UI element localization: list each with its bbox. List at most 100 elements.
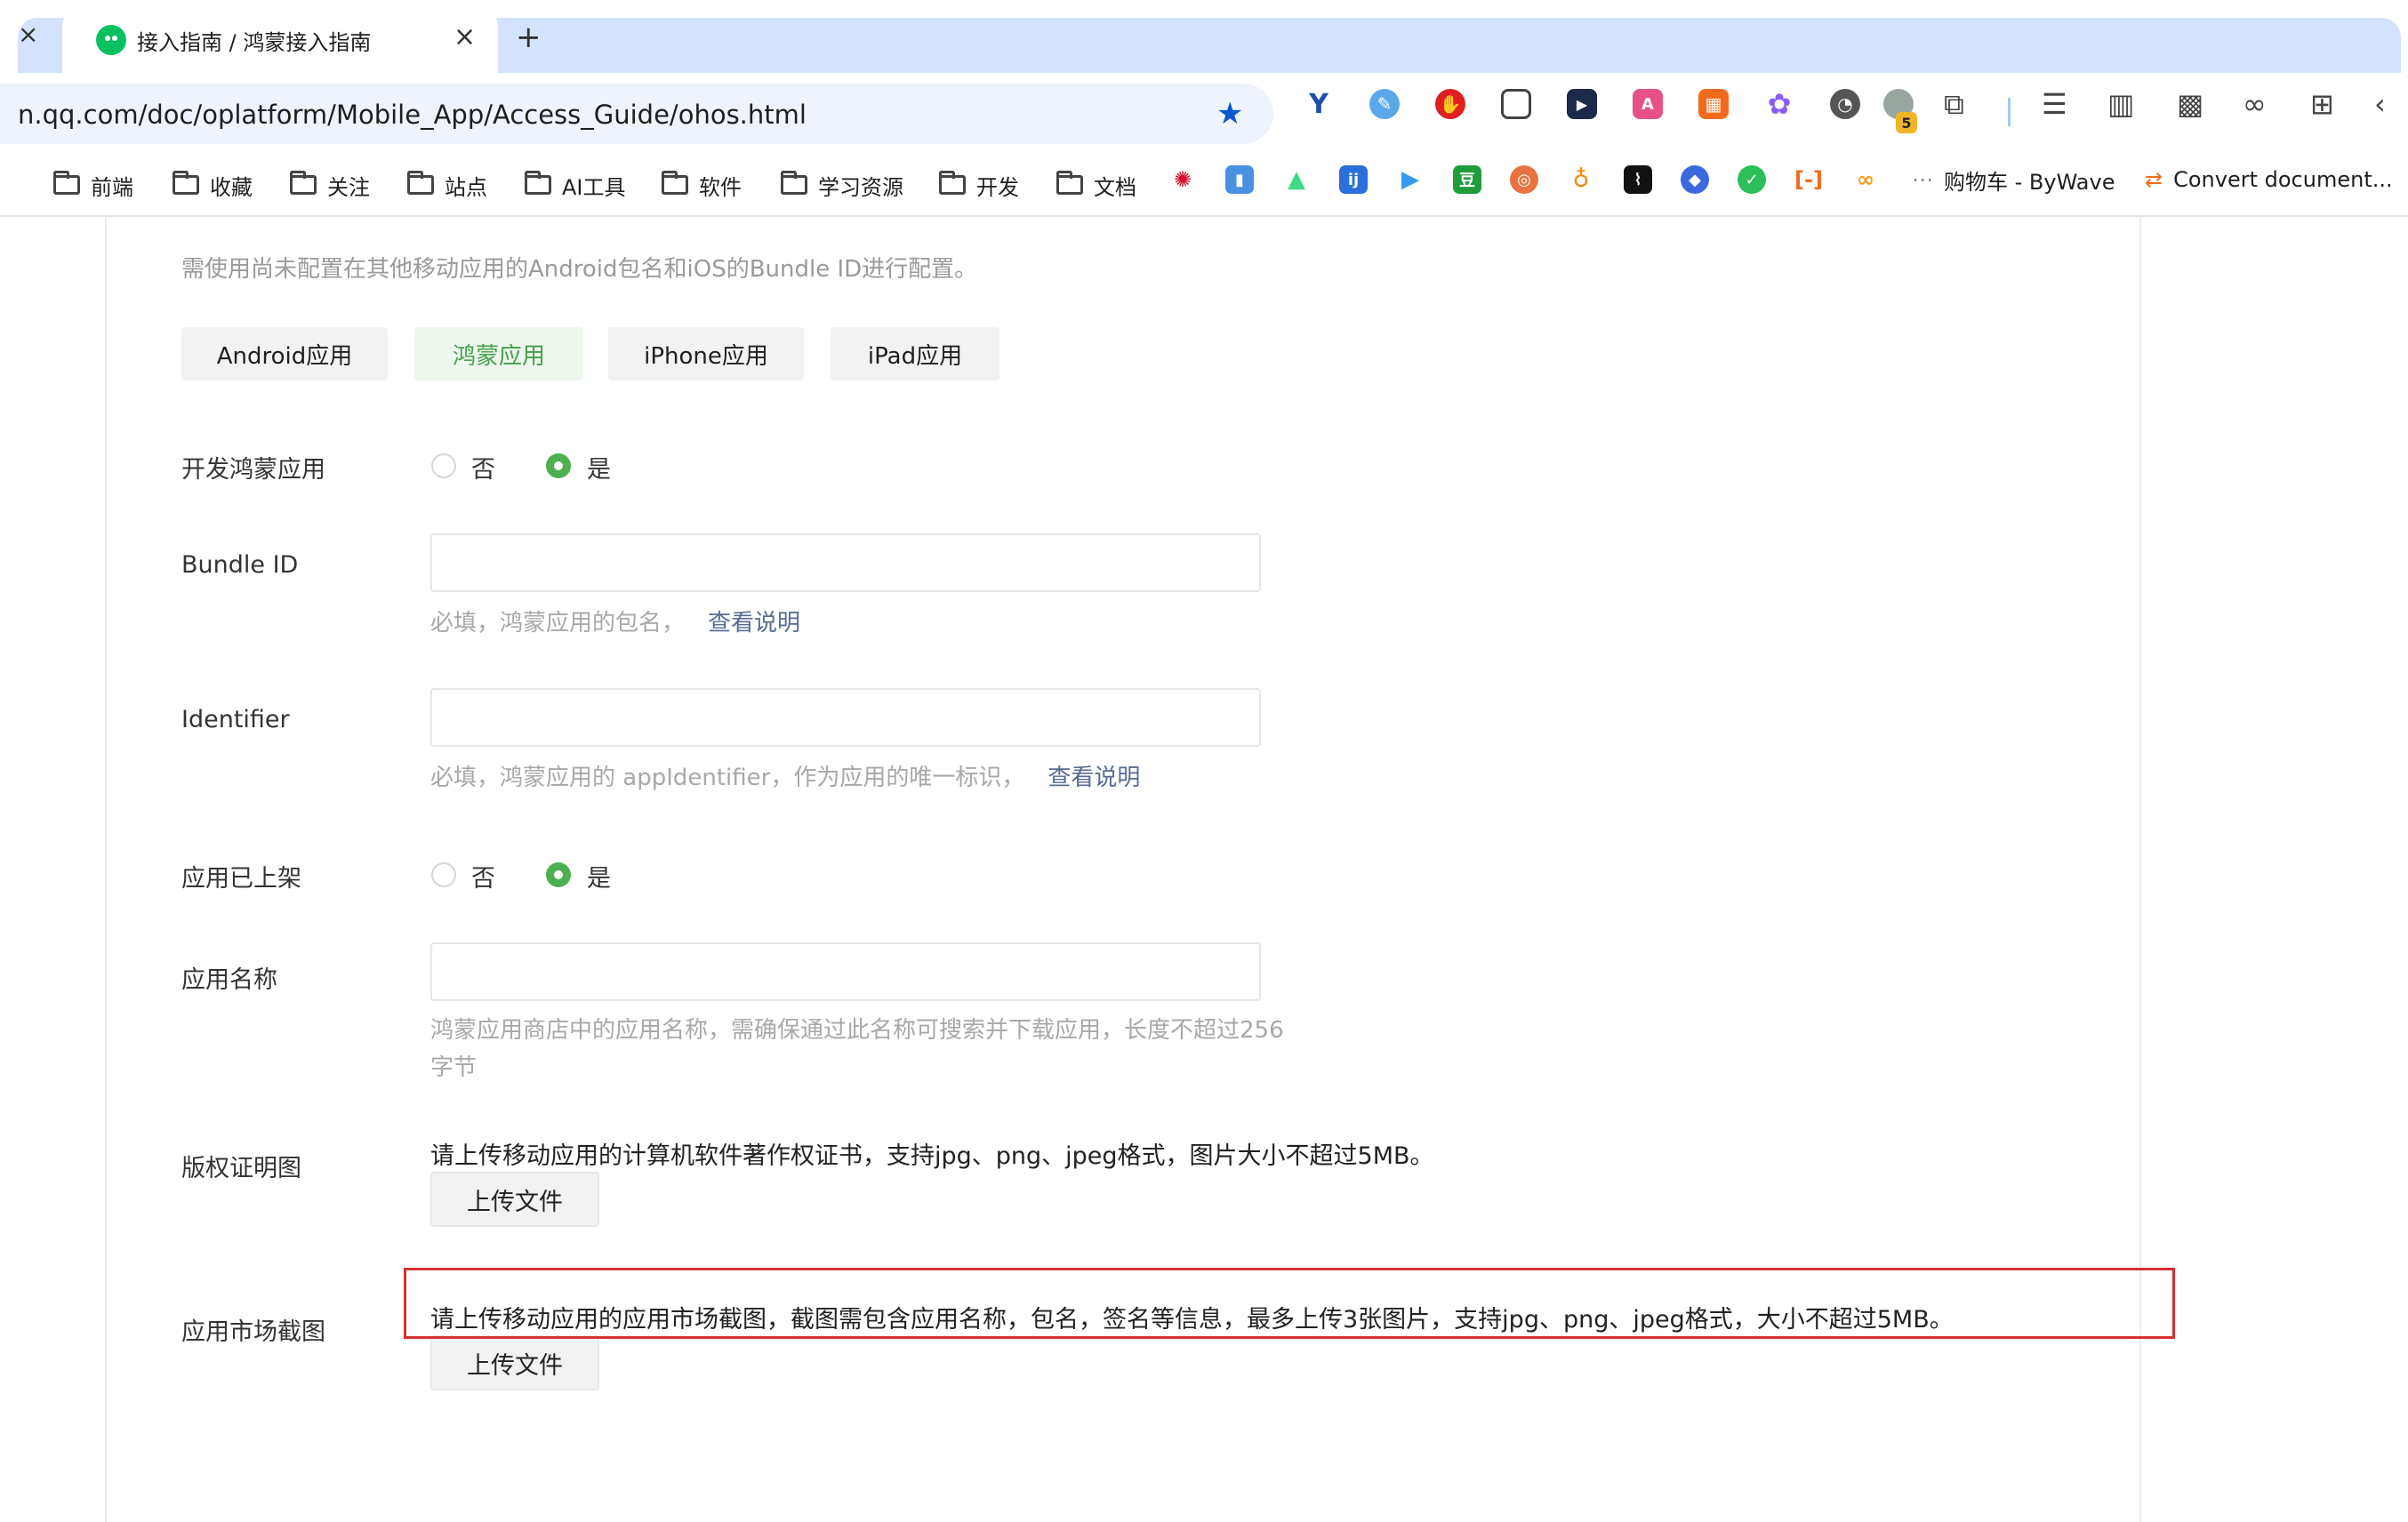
listed-no-radio[interactable] — [431, 862, 456, 887]
bookmark-label: 软件 — [699, 174, 742, 200]
bookmark-folder[interactable]: 站点 — [407, 165, 487, 204]
bookmark-label: 前端 — [91, 174, 133, 200]
folder-icon — [662, 171, 688, 195]
douban-icon[interactable]: 豆 — [1453, 165, 1481, 194]
new-tab-button[interactable]: + — [516, 20, 542, 55]
identifier-input[interactable] — [430, 688, 1261, 747]
app-name-help-line1: 鸿蒙应用商店中的应用名称，需确保通过此名称可搜索并下载应用，长度不超过256 — [430, 1017, 1284, 1044]
bookmark-site-icon[interactable]: ◆ — [1681, 165, 1709, 194]
address-bar[interactable]: n.qq.com/doc/oplatform/Mobile_App/Access… — [0, 84, 1273, 144]
play-icon[interactable]: ▶ — [1396, 165, 1425, 194]
bookmark-shop[interactable]: ⋯ 购物车 - ByWave — [1912, 165, 2115, 195]
bookmark-site-icon[interactable]: ij — [1339, 165, 1368, 194]
bookmark-folder[interactable]: 文档 — [1056, 165, 1136, 204]
bundle-id-help: 必填，鸿蒙应用的包名， 查看说明 — [430, 605, 800, 637]
folder-icon — [290, 171, 317, 195]
side-panel-icon[interactable]: ⊞ — [2310, 87, 2334, 121]
bookmark-folder[interactable]: 收藏 — [173, 165, 253, 204]
market-screenshot-label: 应用市场截图 — [181, 1318, 325, 1346]
copyright-desc: 请上传移动应用的计算机软件著作权证书，支持jpg、png、jpeg格式，图片大小… — [430, 1142, 1434, 1170]
copyright-label: 版权证明图 — [181, 1155, 301, 1182]
bookmark-folder[interactable]: 开发 — [939, 165, 1019, 204]
huawei-icon[interactable]: ✺ — [1168, 165, 1197, 194]
list-icon[interactable]: ☰ — [2042, 87, 2067, 121]
copyright-upload-button[interactable]: 上传文件 — [430, 1172, 599, 1227]
develop-no-text: 否 — [471, 456, 495, 484]
pulse-icon[interactable]: ⌇ — [1624, 165, 1652, 194]
edit-extension-icon[interactable]: ✎ — [1369, 89, 1400, 119]
tab-title: 接入指南 / 鸿蒙接入指南 — [137, 30, 372, 55]
listed-yes-text: 是 — [587, 865, 611, 893]
reading-mode-icon[interactable]: ▥ — [2107, 87, 2134, 121]
bookmark-label: Convert document... — [2173, 167, 2393, 192]
bookmark-label: 文档 — [1094, 174, 1136, 200]
bookmark-site-icon[interactable]: ▮ — [1225, 165, 1254, 194]
qr-code-icon[interactable]: ▩ — [2177, 87, 2203, 121]
url-text[interactable]: n.qq.com/doc/oplatform/Mobile_App/Access… — [18, 100, 807, 130]
tab-close-icon[interactable]: × — [454, 21, 476, 52]
bookmark-folder[interactable]: 前端 — [53, 165, 133, 204]
shield-extension-icon[interactable]: ▶ — [1567, 89, 1597, 119]
config-hint: 需使用尚未配置在其他移动应用的Android包名和iOS的Bundle ID进行… — [181, 256, 978, 283]
bookmark-site-icon[interactable]: ◎ — [1510, 165, 1538, 194]
extension-count-badge: 5 — [1896, 112, 1917, 133]
market-screenshot-upload-button[interactable]: 上传文件 — [430, 1335, 599, 1390]
bookmark-site-icon[interactable]: ♁ — [1567, 165, 1595, 194]
bookmark-folder[interactable]: 关注 — [290, 165, 370, 204]
translate-extension-icon[interactable]: A — [1633, 89, 1663, 119]
bookmark-label: 关注 — [327, 174, 370, 200]
folder-icon — [525, 171, 551, 195]
identifier-help: 必填，鸿蒙应用的 appIdentifier，作为应用的唯一标识， 查看说明 — [430, 759, 1140, 792]
speed-extension-icon[interactable]: ◔ — [1830, 89, 1860, 119]
bookmark-folder[interactable]: AI工具 — [525, 165, 626, 204]
bookmark-label: AI工具 — [562, 174, 626, 200]
see-description-link[interactable]: 查看说明 — [1047, 765, 1140, 791]
see-description-link[interactable]: 查看说明 — [708, 610, 800, 637]
chevron-left-icon[interactable]: ‹ — [2374, 87, 2386, 121]
bookmark-site-icon[interactable]: ✓ — [1738, 165, 1766, 194]
bookmark-label: 站点 — [445, 174, 487, 200]
develop-harmony-label: 开发鸿蒙应用 — [181, 456, 325, 484]
develop-no-radio[interactable] — [431, 453, 456, 478]
bookmark-convert[interactable]: ⇄ Convert document... — [2145, 165, 2393, 194]
tab-ipad[interactable]: iPad应用 — [831, 327, 999, 380]
bookmark-label: 开发 — [976, 174, 1019, 200]
tab-harmony[interactable]: 鸿蒙应用 — [414, 327, 583, 380]
tab-android[interactable]: Android应用 — [181, 327, 388, 380]
toolbar-separator — [2008, 98, 2011, 126]
app-name-input[interactable] — [430, 942, 1261, 1001]
copy-extension-icon[interactable] — [1501, 89, 1531, 119]
folder-icon — [939, 171, 966, 195]
active-tab[interactable]: 接入指南 / 鸿蒙接入指南 × — [62, 7, 498, 73]
app-name-label: 应用名称 — [181, 966, 277, 994]
close-icon[interactable]: × — [18, 20, 38, 49]
bundle-id-label: Bundle ID — [181, 551, 299, 579]
bookmark-site-icon[interactable]: ∞ — [1851, 165, 1880, 194]
tab-strip: × 接入指南 / 鸿蒙接入指南 × + — [18, 0, 2401, 73]
bookmark-folder[interactable]: 学习资源 — [781, 165, 903, 204]
adblock-icon[interactable]: ✋ — [1435, 89, 1465, 119]
puzzle-icon[interactable]: ⧉ — [1944, 87, 1964, 122]
mi-extension-icon[interactable]: ▦ — [1698, 89, 1729, 119]
develop-yes-radio[interactable] — [546, 453, 571, 478]
bookmark-folder[interactable]: 软件 — [662, 165, 742, 204]
android-icon[interactable]: ▲ — [1282, 165, 1311, 194]
develop-yes-text: 是 — [587, 456, 611, 484]
listed-yes-radio[interactable] — [546, 862, 571, 887]
bookmark-label: 收藏 — [210, 174, 253, 200]
folder-icon — [407, 171, 434, 195]
vector-extension-icon[interactable]: Y — [1304, 89, 1334, 120]
tab-iphone[interactable]: iPhone应用 — [608, 327, 804, 380]
convert-icon: ⇄ — [2145, 167, 2163, 192]
identifier-help-text: 必填，鸿蒙应用的 appIdentifier，作为应用的唯一标识， — [430, 765, 1025, 791]
bundle-id-input[interactable] — [430, 533, 1261, 592]
bookmark-site-icon[interactable]: [-] — [1794, 165, 1823, 194]
listed-no-text: 否 — [471, 865, 495, 893]
bookmark-star-icon[interactable]: ★ — [1216, 96, 1243, 132]
identifier-label: Identifier — [181, 706, 290, 733]
bundle-id-help-text: 必填，鸿蒙应用的包名， — [430, 610, 686, 637]
wechat-icon — [96, 25, 126, 55]
folder-icon — [1056, 171, 1083, 195]
link-icon[interactable]: ∞ — [2243, 87, 2267, 121]
flower-extension-icon[interactable]: ✿ — [1764, 87, 1794, 121]
